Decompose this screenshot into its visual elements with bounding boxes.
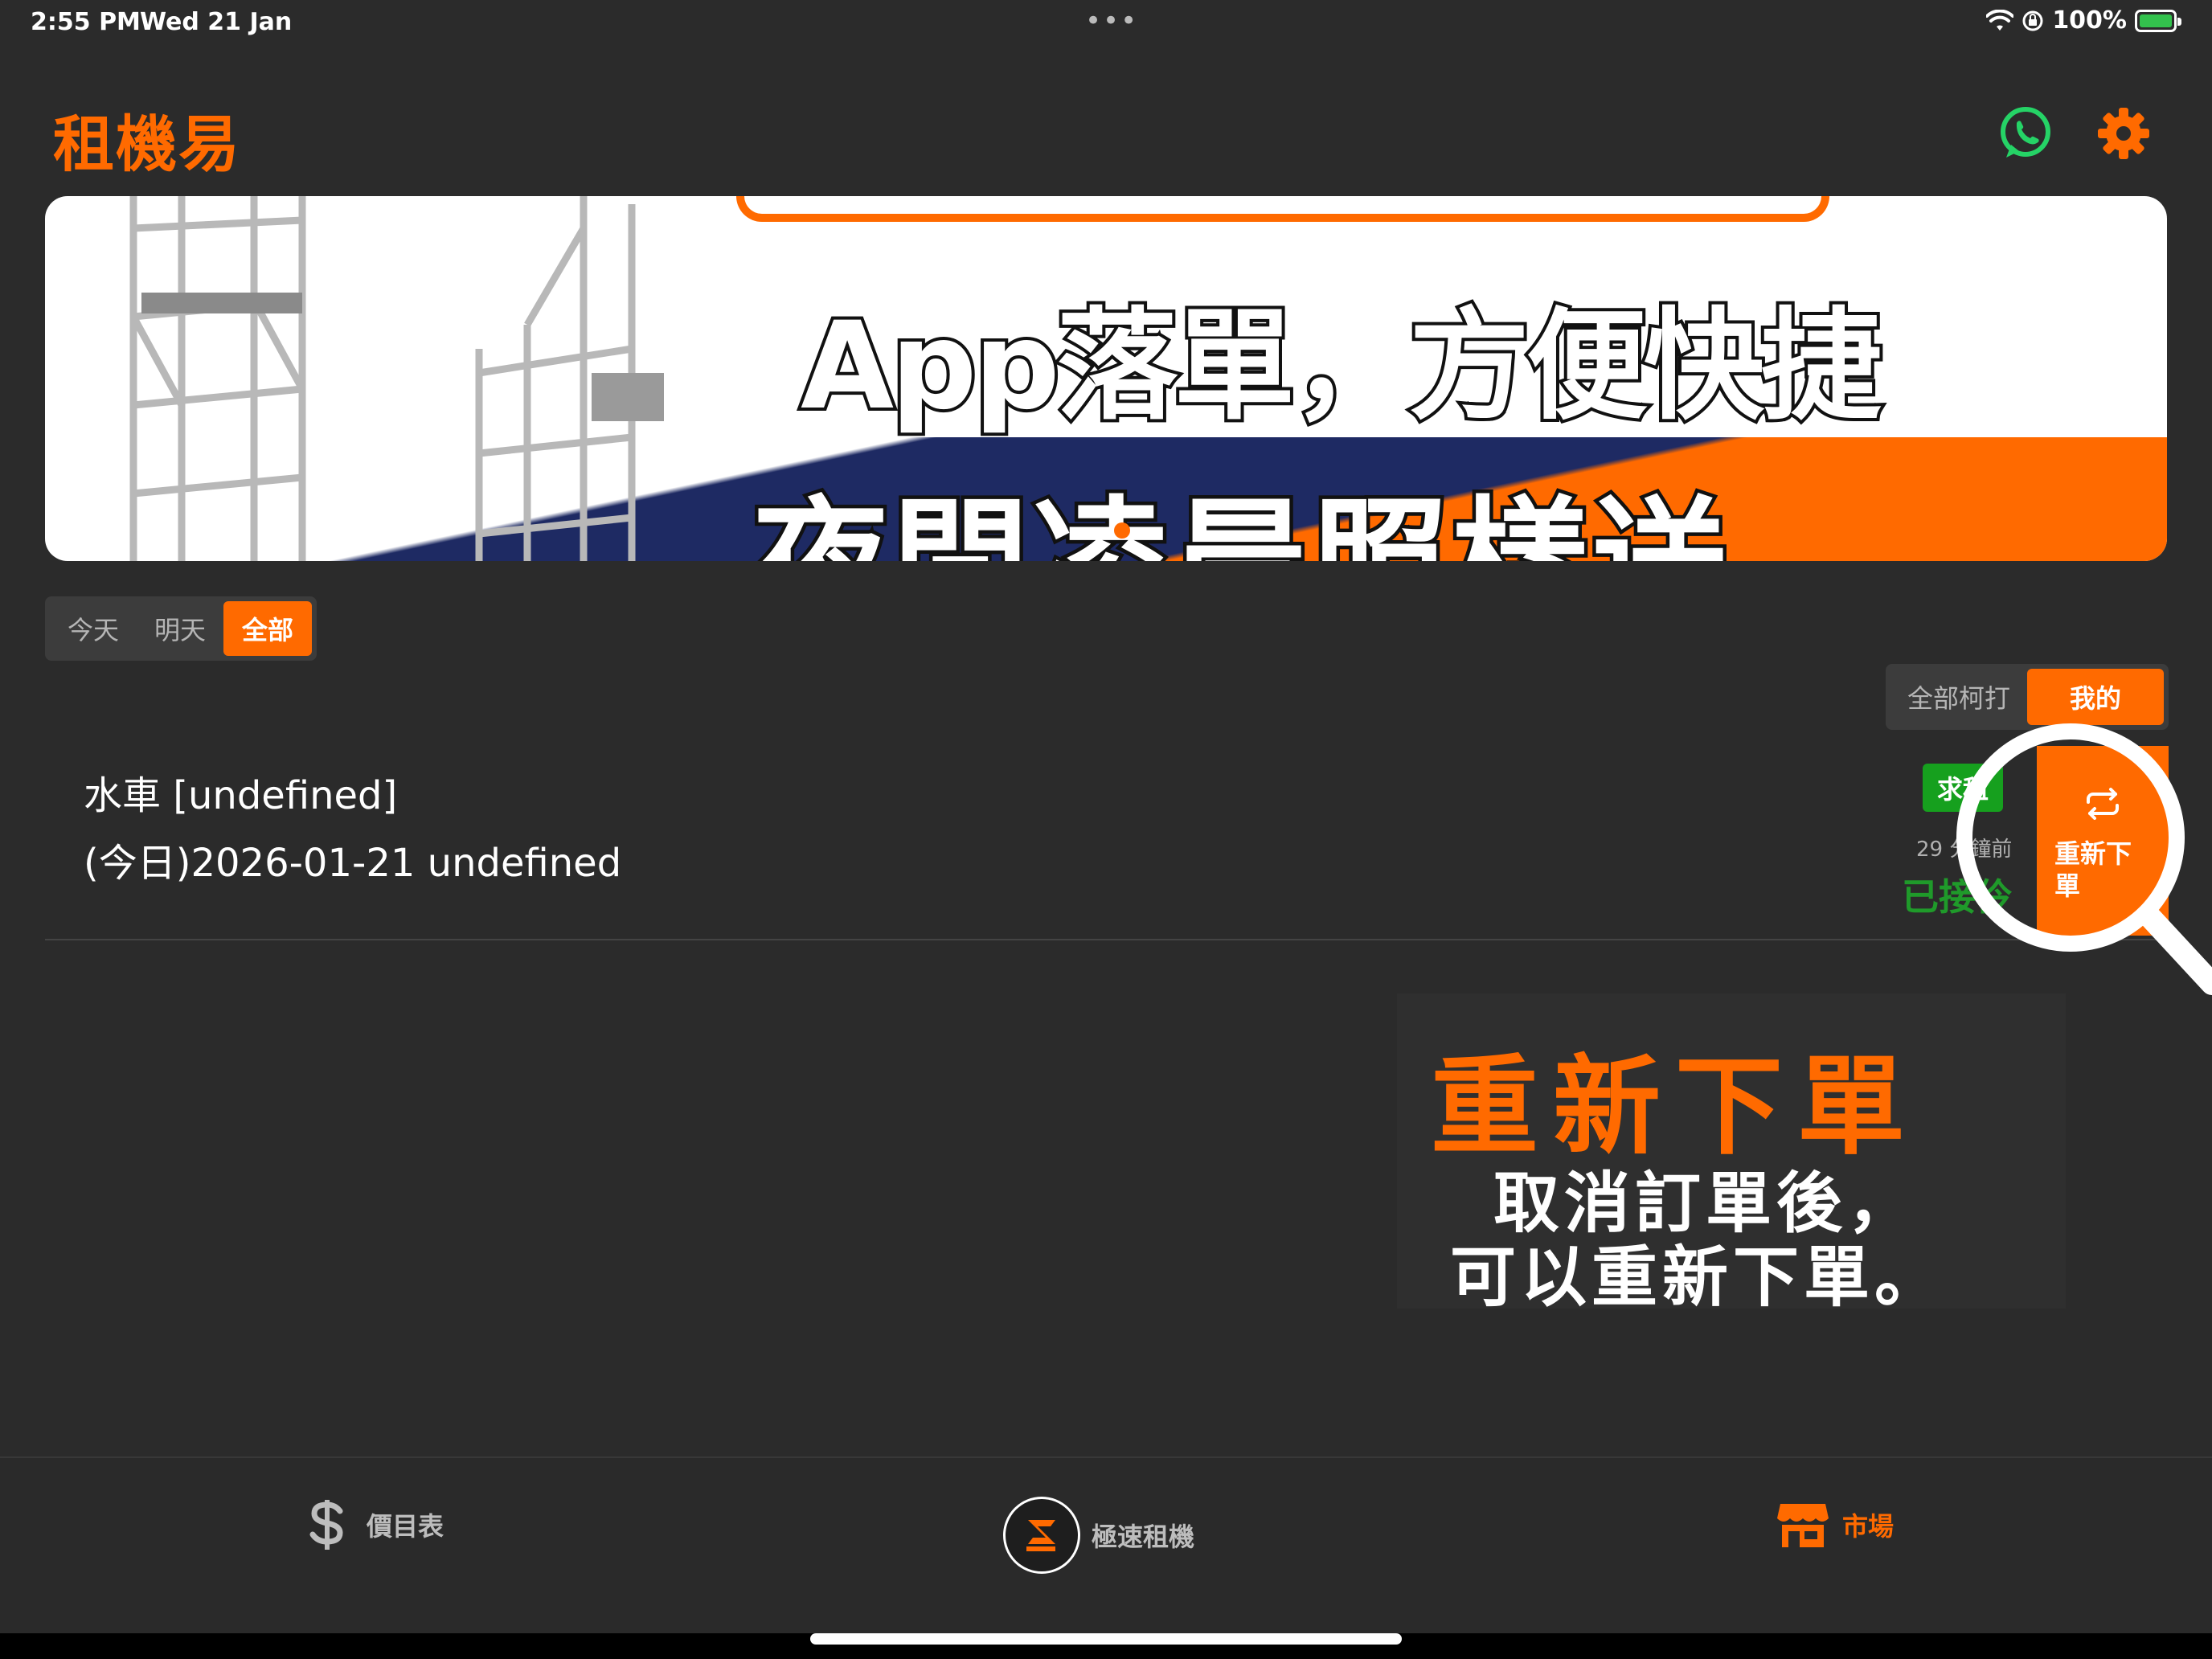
gear-icon[interactable] (2093, 103, 2154, 164)
repeat-icon (2087, 788, 2119, 820)
date-filter-tomorrow[interactable]: 明天 (137, 601, 223, 656)
orders-filter-mine[interactable]: 我的 (2027, 669, 2164, 725)
date-filter: 今天 明天 全部 (45, 596, 317, 661)
dollar-icon (299, 1497, 355, 1553)
app-title: 租機易 (53, 109, 241, 180)
status-indicators: 100% (1986, 6, 2181, 35)
date-filter-all[interactable]: 全部 (223, 601, 312, 656)
tooltip-line-2: 可以重新下單。 (1450, 1239, 1946, 1316)
tab-bar: 價目表 極速租機 市場 (0, 1456, 2212, 1633)
reorder-button[interactable]: 重新下單 (2037, 746, 2169, 936)
order-status: 已接伶 (1902, 875, 2013, 919)
tab-market[interactable]: 市場 (1775, 1497, 1894, 1553)
tutorial-tooltip: 重新下單 取消訂單後， 可以重新下單。 (1397, 993, 2066, 1316)
wifi-icon (1986, 9, 2014, 31)
home-indicator[interactable] (810, 1633, 1402, 1645)
order-title: 水車 [undefined] (84, 773, 398, 818)
fast-rent-logo-icon (1003, 1497, 1080, 1574)
order-date: (今日)2026-01-21 undefined (84, 841, 622, 886)
orientation-lock-icon (2022, 10, 2043, 31)
battery-icon (2135, 9, 2181, 32)
order-time-ago: 29 分鐘前 (1916, 838, 2013, 862)
order-list-item[interactable]: 水車 [undefined] (今日)2026-01-21 undefined … (45, 736, 2167, 940)
status-date: Wed 21 Jan (140, 8, 293, 36)
banner-page-indicator[interactable] (1114, 522, 1130, 539)
tab-price-list[interactable]: 價目表 (299, 1497, 444, 1553)
scaffold-image (129, 196, 306, 561)
battery-tip (2177, 17, 2181, 26)
app-screen: 2:55 PM Wed 21 Jan ••• 100% 租機易 App落單，方便… (0, 0, 2212, 1659)
tab-price-list-label: 價目表 (367, 1511, 444, 1542)
store-icon (1775, 1497, 1831, 1553)
tab-fast-rent[interactable]: 極速租機 (1003, 1497, 1194, 1574)
tab-fast-rent-label: 極速租機 (1092, 1522, 1195, 1552)
whatsapp-icon[interactable] (1995, 103, 2056, 164)
scaffold-image (475, 196, 664, 561)
order-type-badge: 求租 (1923, 764, 2003, 812)
banner-headline: App落單，方便快捷 (797, 293, 1885, 440)
banner-ribbon (736, 196, 1829, 222)
promo-banner[interactable]: App落單，方便快捷 夜間凌晨照樣送 (45, 196, 2167, 561)
reorder-label: 重新下單 (2054, 838, 2132, 901)
status-bar: 2:55 PM Wed 21 Jan ••• 100% (0, 0, 2212, 50)
date-filter-today[interactable]: 今天 (50, 601, 137, 656)
banner-subheadline: 夜間凌晨照樣送 (748, 452, 1731, 562)
orders-filter-all[interactable]: 全部柯打 (1890, 669, 2027, 725)
multitask-dots[interactable]: ••• (1085, 5, 1138, 37)
tab-market-label: 市場 (1842, 1511, 1895, 1542)
orders-filter: 全部柯打 我的 (1886, 664, 2169, 730)
battery-percent: 100% (2052, 6, 2127, 35)
status-time: 2:55 PM (31, 8, 141, 36)
battery-fill (2140, 14, 2172, 27)
